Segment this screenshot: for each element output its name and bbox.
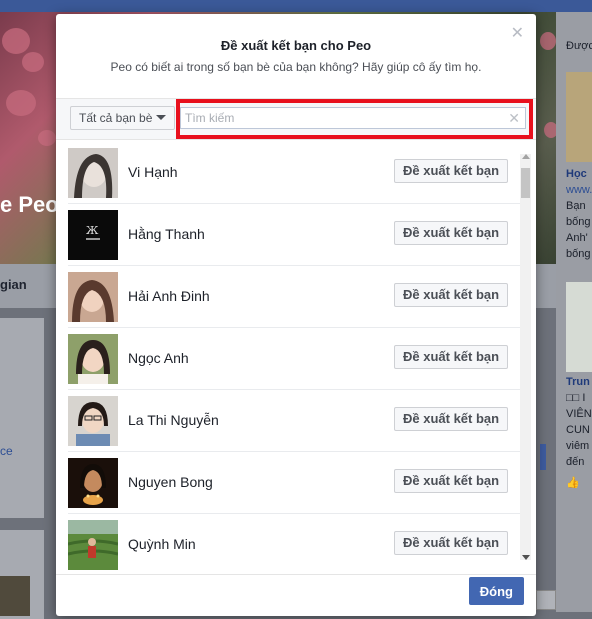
sponsor-title[interactable]: Trun <box>566 376 590 388</box>
filter-label: Tất cả bạn bè <box>79 111 153 125</box>
list-item: La Thi Nguyễn Đề xuất kết bạn <box>68 390 520 452</box>
bg-control[interactable] <box>536 590 556 610</box>
like-thumb-icon[interactable]: 👍 <box>566 476 580 489</box>
right-line: Bạn <box>566 200 586 212</box>
right-ad-image <box>566 72 592 162</box>
dialog-subtitle: Peo có biết ai trong số bạn bè của bạn k… <box>110 60 482 74</box>
top-navbar <box>0 0 592 12</box>
friend-name[interactable]: Quỳnh Min <box>128 536 196 552</box>
sponsor-line: đến <box>566 456 585 468</box>
avatar[interactable] <box>68 458 118 508</box>
avatar[interactable] <box>68 396 118 446</box>
friend-name[interactable]: Ngọc Anh <box>128 350 189 366</box>
sponsor-line: □□ I <box>566 392 586 404</box>
profile-tab[interactable]: gian <box>0 277 27 292</box>
suggest-friend-button[interactable]: Đề xuất kết bạn <box>394 159 509 183</box>
filter-toolbar: Tất cả bạn bè ✕ <box>56 98 536 140</box>
scroll-up-arrow-icon[interactable] <box>522 154 530 159</box>
list-item: Vi Hạnh Đề xuất kết bạn <box>68 142 520 204</box>
sponsor-line: VIÊN <box>566 408 592 420</box>
list-item: Hải Anh Đinh Đề xuất kết bạn <box>68 266 520 328</box>
sponsor-line: CUN <box>566 424 590 436</box>
right-line: Anh' <box>566 232 588 244</box>
friend-name[interactable]: La Thi Nguyễn <box>128 412 219 428</box>
right-ad-image-2 <box>566 282 592 372</box>
friend-name[interactable]: Nguyen Bong <box>128 474 213 490</box>
right-line: bống <box>566 216 591 228</box>
avatar[interactable] <box>68 272 118 322</box>
list-item: Nguyen Bong Đề xuất kết bạn <box>68 452 520 514</box>
sponsor-line: viêm <box>566 440 590 452</box>
left-thumbnail <box>0 576 30 616</box>
suggest-friend-button[interactable]: Đề xuất kết bạn <box>394 345 509 369</box>
suggest-friend-button[interactable]: Đề xuất kết bạn <box>394 407 509 431</box>
profile-name: e Peo <box>0 192 59 217</box>
suggest-friend-button[interactable]: Đề xuất kết bạn <box>394 221 509 245</box>
left-column-card <box>0 318 44 518</box>
scroll-down-arrow-icon[interactable] <box>522 555 530 560</box>
suggest-friend-button[interactable]: Đề xuất kết bạn <box>394 469 509 493</box>
bg-blue-button[interactable] <box>540 444 546 470</box>
list-item: Ngọc Anh Đề xuất kết bạn <box>68 328 520 390</box>
left-link[interactable]: ce <box>0 444 13 458</box>
avatar[interactable] <box>68 334 118 384</box>
suggest-friend-button[interactable]: Đề xuất kết bạn <box>394 283 509 307</box>
list-scrollbar[interactable] <box>520 154 531 560</box>
suggest-friends-dialog: ✕ Đề xuất kết bạn cho Peo Peo có biết ai… <box>56 14 536 616</box>
friends-filter-dropdown[interactable]: Tất cả bạn bè <box>70 106 176 130</box>
friend-name[interactable]: Hằng Thanh <box>128 226 205 242</box>
chevron-down-icon <box>156 115 167 120</box>
friend-name[interactable]: Hải Anh Đinh <box>128 288 210 304</box>
friend-name[interactable]: Vi Hạnh <box>128 164 178 180</box>
right-top-label: Được <box>566 40 592 52</box>
svg-text:Ж: Ж <box>86 224 99 237</box>
clear-search-icon[interactable]: ✕ <box>508 110 520 126</box>
search-box: ✕ <box>180 107 526 129</box>
close-dialog-button[interactable]: Đóng <box>468 577 524 605</box>
list-item: Quỳnh Min Đề xuất kết bạn <box>68 514 520 572</box>
search-input[interactable] <box>181 108 501 128</box>
friend-list[interactable]: Vi Hạnh Đề xuất kết bạn Ж Hằng Thanh Đề … <box>68 142 520 572</box>
right-line: bống <box>566 248 591 260</box>
right-column: Được Học www. Bạn bống Anh' bống Trun □□… <box>556 12 592 612</box>
list-item: Ж Hằng Thanh Đề xuất kết bạn <box>68 204 520 266</box>
avatar[interactable]: Ж <box>68 210 118 260</box>
scrollbar-thumb[interactable] <box>521 168 530 198</box>
right-title[interactable]: Học <box>566 168 587 180</box>
suggest-friend-button[interactable]: Đề xuất kết bạn <box>394 531 509 555</box>
avatar[interactable] <box>68 520 118 570</box>
right-link[interactable]: www. <box>566 184 592 196</box>
dialog-title: Đề xuất kết bạn cho Peo <box>220 38 372 53</box>
dialog-footer: Đóng <box>56 574 536 616</box>
avatar[interactable] <box>68 148 118 198</box>
